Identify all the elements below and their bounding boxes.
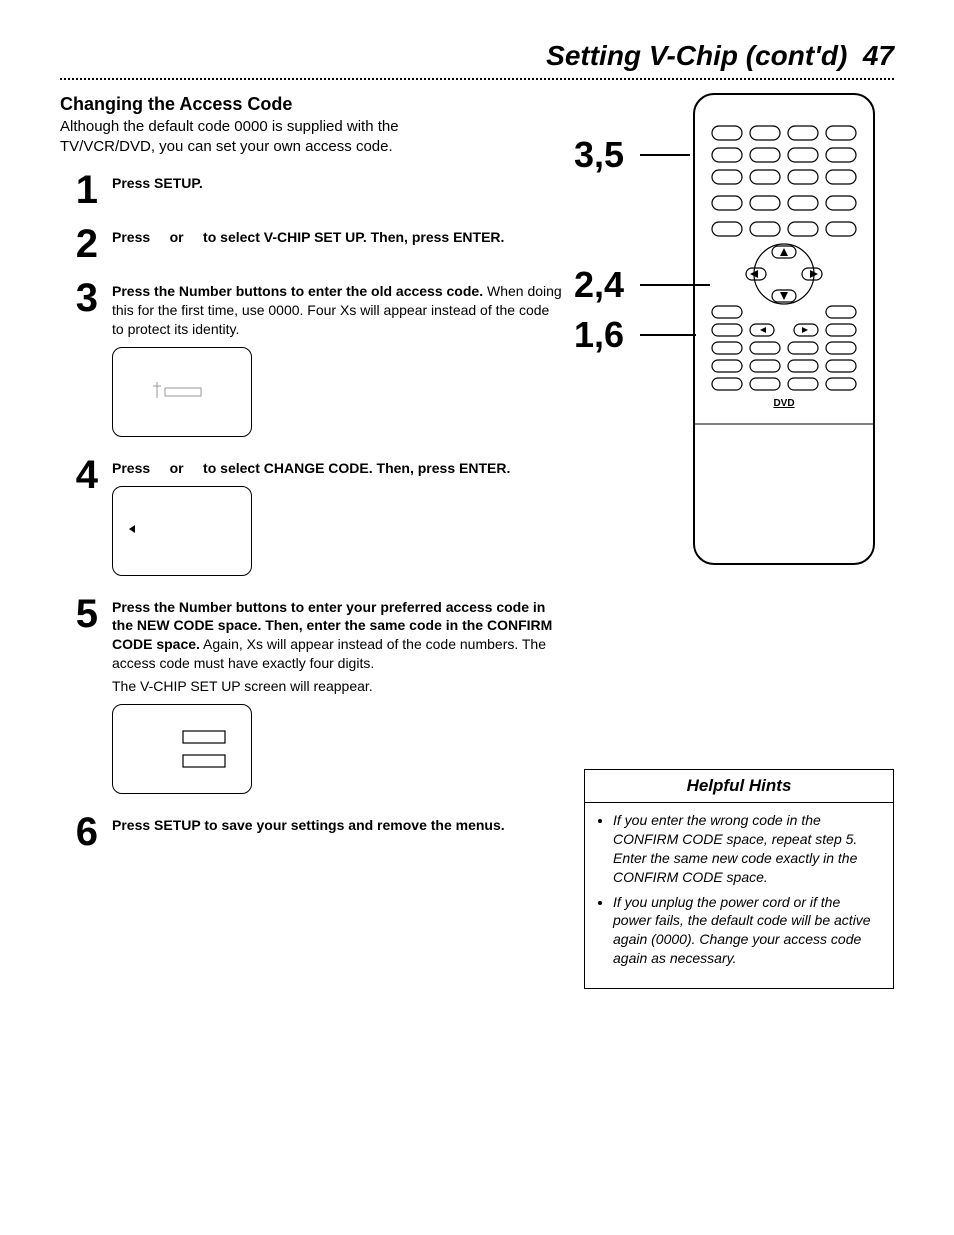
right-column: 3,5 2,4 1,6 <box>584 94 894 989</box>
content-columns: Changing the Access Code Although the de… <box>60 94 894 989</box>
step-text-2: The V-CHIP SET UP screen will reappear. <box>112 677 564 696</box>
step-bold: Press SETUP to save your settings and re… <box>112 817 505 833</box>
hint-item: If you unplug the power cord or if the p… <box>613 893 881 969</box>
step-bold: Press or to select CHANGE CODE. Then, pr… <box>112 460 510 476</box>
step-2: 2 Press or to select V-CHIP SET UP. Then… <box>60 224 564 264</box>
callout-3-5: 3,5 <box>574 134 624 176</box>
step-body: Press SETUP to save your settings and re… <box>112 812 564 835</box>
hint-item: If you enter the wrong code in the CONFI… <box>613 811 881 887</box>
remote-diagram: 3,5 2,4 1,6 <box>584 84 894 579</box>
step-number: 1 <box>60 170 98 210</box>
osd-icon <box>113 487 253 577</box>
step-body: Press SETUP. <box>112 170 564 193</box>
page-header: Setting V-Chip (cont'd) 47 <box>60 40 894 72</box>
hints-title: Helpful Hints <box>585 770 893 803</box>
page: Setting V-Chip (cont'd) 47 Changing the … <box>0 0 954 1069</box>
osd-icon <box>113 705 253 795</box>
steps-list: 1 Press SETUP. 2 Press or to select V-CH… <box>60 170 564 852</box>
callout-line <box>640 334 696 336</box>
screen-figure-access-code <box>112 347 252 437</box>
page-number: 47 <box>863 40 894 71</box>
step-6: 6 Press SETUP to save your settings and … <box>60 812 564 852</box>
screen-figure-new-code <box>112 704 252 794</box>
hints-body: If you enter the wrong code in the CONFI… <box>585 803 893 988</box>
callout-line <box>640 154 690 156</box>
step-number: 6 <box>60 812 98 852</box>
step-number: 2 <box>60 224 98 264</box>
callout-2-4: 2,4 <box>574 264 624 306</box>
step-bold: Press the Number buttons to enter the ol… <box>112 283 483 299</box>
helpful-hints-box: Helpful Hints If you enter the wrong cod… <box>584 769 894 989</box>
step-bold: Press or to select V-CHIP SET UP. Then, … <box>112 229 504 245</box>
step-1: 1 Press SETUP. <box>60 170 564 210</box>
divider <box>60 78 894 80</box>
section-intro: Although the default code 0000 is suppli… <box>60 117 420 156</box>
left-column: Changing the Access Code Although the de… <box>60 94 564 852</box>
step-body: Press the Number buttons to enter the ol… <box>112 278 564 441</box>
callout-line <box>640 284 710 286</box>
step-body: Press or to select V-CHIP SET UP. Then, … <box>112 224 564 247</box>
step-number: 5 <box>60 594 98 634</box>
step-4: 4 Press or to select CHANGE CODE. Then, … <box>60 455 564 580</box>
step-body: Press or to select CHANGE CODE. Then, pr… <box>112 455 564 580</box>
remote-dvd-label: DVD <box>773 398 794 409</box>
section-title: Changing the Access Code <box>60 94 564 115</box>
callout-1-6: 1,6 <box>574 314 624 356</box>
screen-figure-change-code <box>112 486 252 576</box>
remote-icon: DVD <box>684 84 884 574</box>
step-number: 3 <box>60 278 98 318</box>
step-number: 4 <box>60 455 98 495</box>
header-title: Setting V-Chip (cont'd) <box>546 40 847 71</box>
step-5: 5 Press the Number buttons to enter your… <box>60 594 564 798</box>
step-bold: Press SETUP. <box>112 175 203 191</box>
step-3: 3 Press the Number buttons to enter the … <box>60 278 564 441</box>
step-body: Press the Number buttons to enter your p… <box>112 594 564 798</box>
osd-icon <box>113 348 253 438</box>
